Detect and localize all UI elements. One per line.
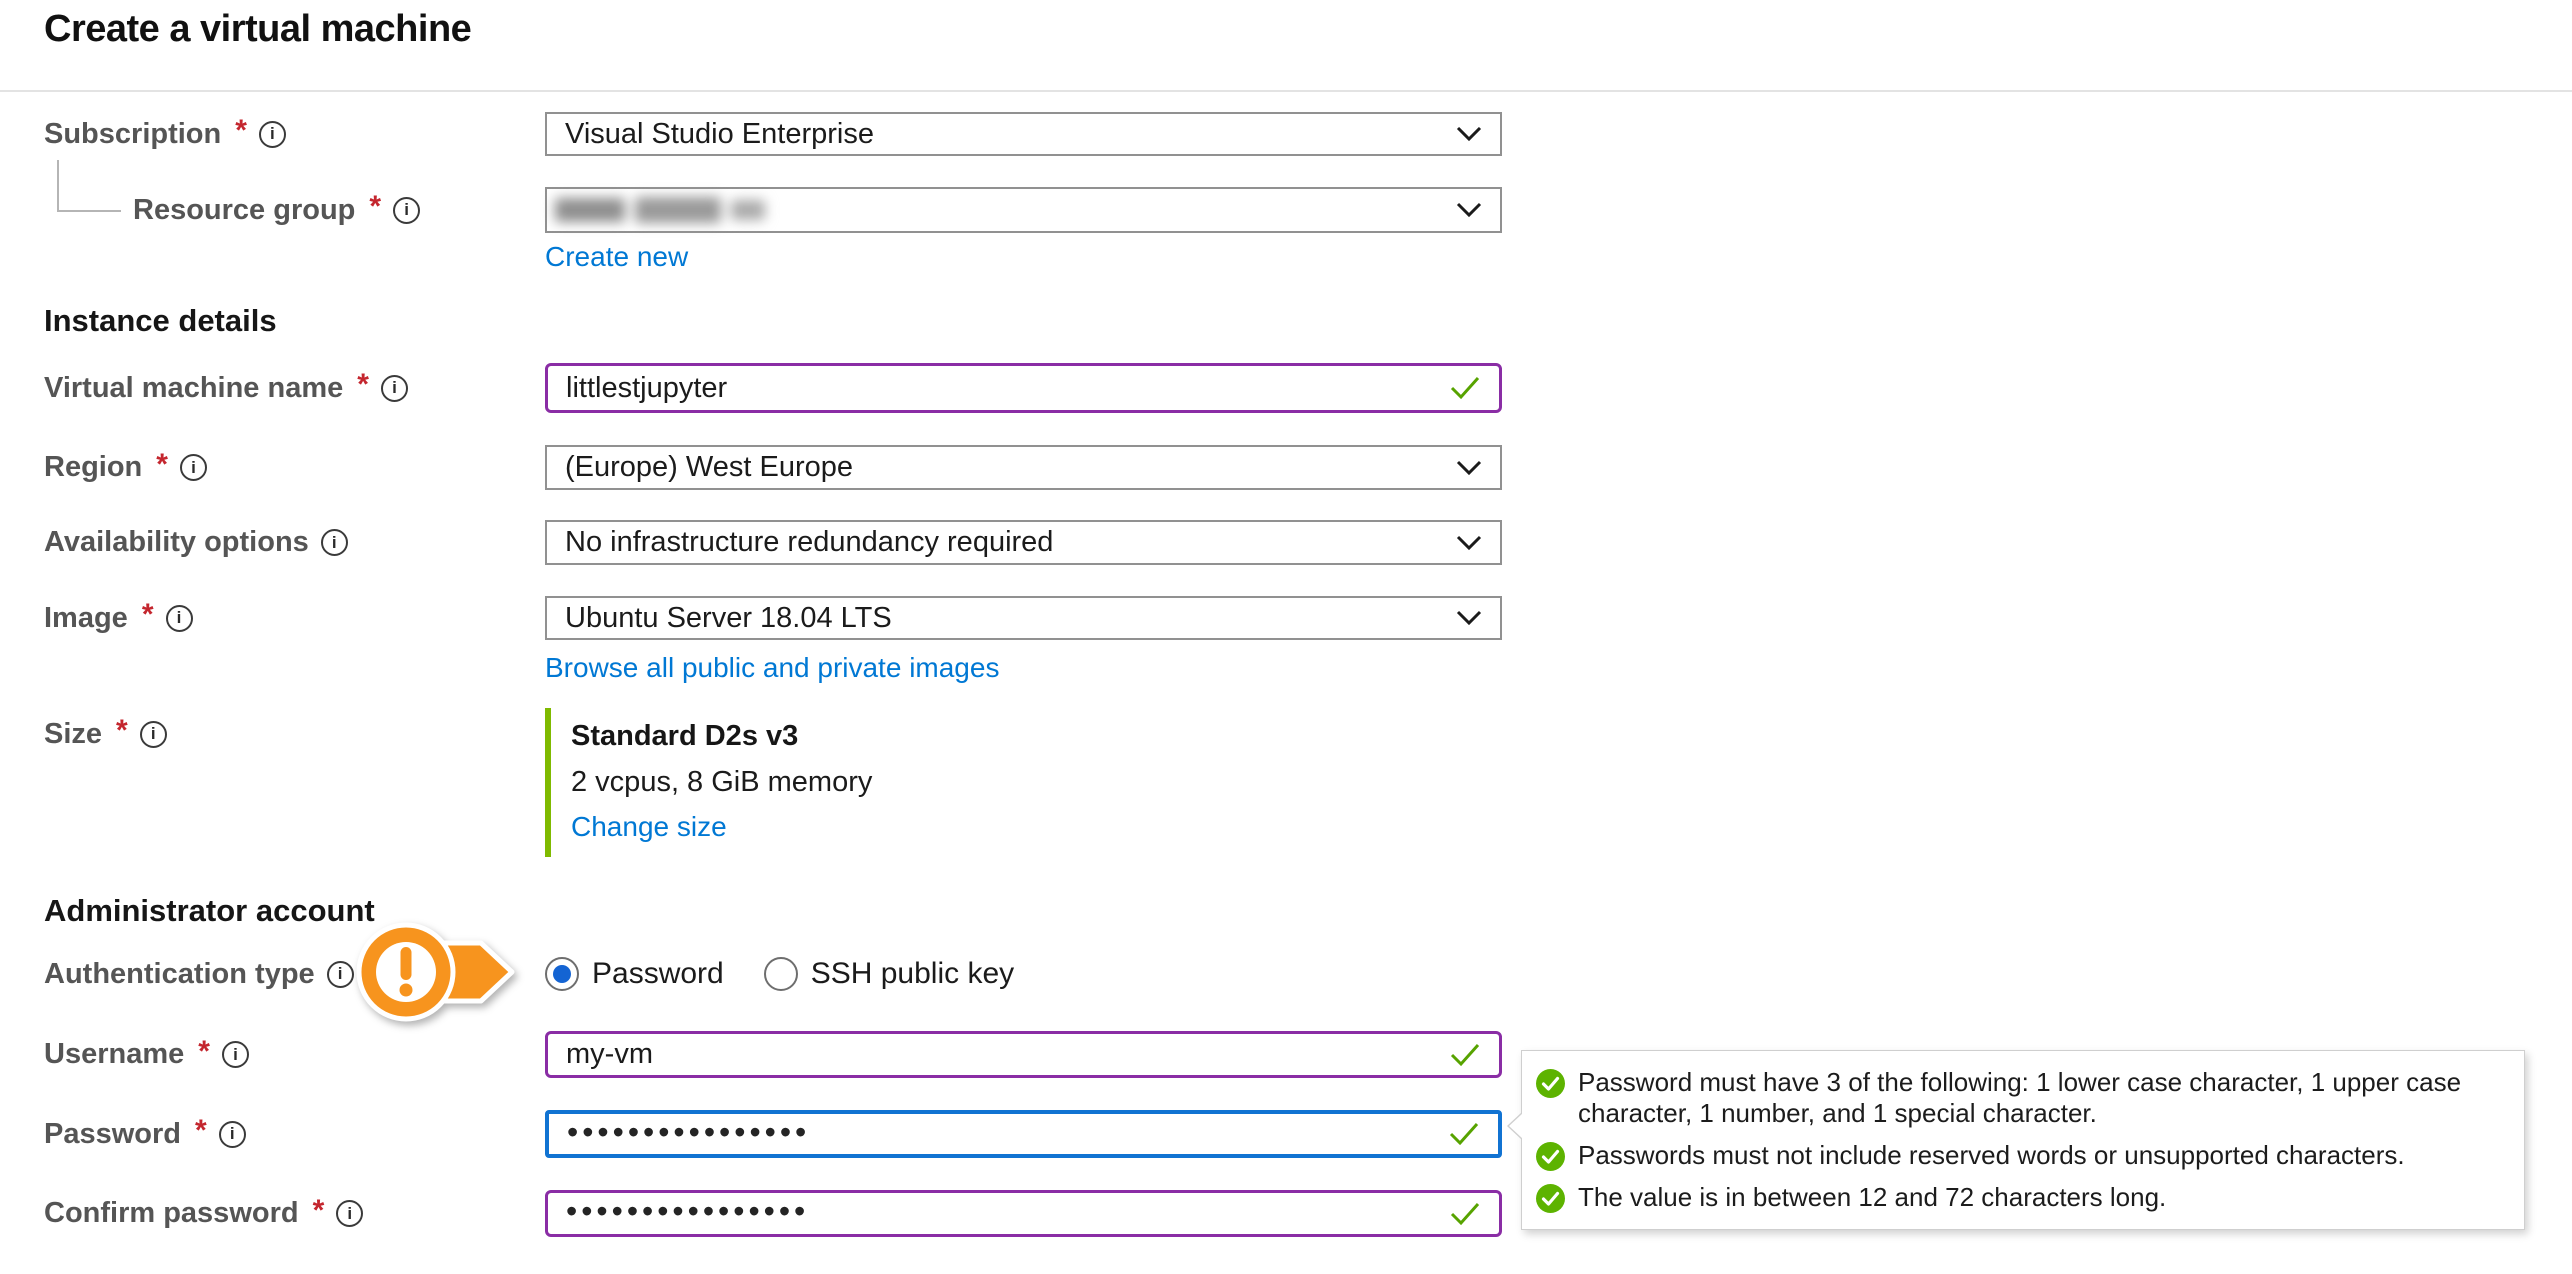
authentication-type-radio-group: Password SSH public key xyxy=(545,952,1014,996)
info-icon[interactable] xyxy=(219,1121,246,1148)
check-badge-icon xyxy=(1536,1142,1565,1171)
radio-option-password[interactable]: Password xyxy=(545,957,724,991)
subscription-dropdown[interactable]: Visual Studio Enterprise xyxy=(545,112,1502,156)
info-icon[interactable] xyxy=(140,721,167,748)
password-requirements-tooltip: Password must have 3 of the following: 1… xyxy=(1521,1050,2525,1230)
change-size-link[interactable]: Change size xyxy=(571,811,872,843)
requirement-text: Password must have 3 of the following: 1… xyxy=(1578,1067,2506,1129)
requirement-item: Passwords must not include reserved word… xyxy=(1536,1140,2506,1171)
size-summary: Standard D2s v3 2 vcpus, 8 GiB memory Ch… xyxy=(545,708,872,857)
subscription-value: Visual Studio Enterprise xyxy=(565,118,874,151)
page-title: Create a virtual machine xyxy=(44,8,471,51)
radio-option-ssh-public-key[interactable]: SSH public key xyxy=(764,957,1014,991)
info-icon[interactable] xyxy=(222,1041,249,1068)
info-icon[interactable] xyxy=(259,121,286,148)
create-vm-page: Create a virtual machine Subscription * … xyxy=(0,0,2572,1274)
hierarchy-connector-vertical xyxy=(57,160,59,210)
resource-group-label: Resource group * xyxy=(133,187,420,233)
info-icon[interactable] xyxy=(393,197,420,224)
chevron-down-icon xyxy=(1456,535,1482,551)
check-badge-icon xyxy=(1536,1069,1565,1098)
check-badge-icon xyxy=(1536,1184,1565,1213)
size-specs: 2 vcpus, 8 GiB memory xyxy=(571,766,872,799)
region-dropdown[interactable]: (Europe) West Europe xyxy=(545,445,1502,490)
size-label: Size * xyxy=(44,712,167,756)
requirement-item: The value is in between 12 and 72 charac… xyxy=(1536,1182,2506,1213)
vm-name-value: littlestjupyter xyxy=(566,372,727,405)
required-asterisk: * xyxy=(198,1035,210,1069)
confirm-password-input[interactable]: •••••••••••••••• xyxy=(545,1190,1502,1237)
hierarchy-connector-horizontal xyxy=(57,210,121,212)
valid-check-icon xyxy=(1449,375,1481,401)
radio-selected-icon xyxy=(545,957,579,991)
exclamation-arrow-annotation-icon xyxy=(348,912,528,1032)
info-icon[interactable] xyxy=(336,1200,363,1227)
resource-group-value-redacted xyxy=(555,197,765,223)
size-name: Standard D2s v3 xyxy=(571,720,872,753)
required-asterisk: * xyxy=(116,714,128,748)
info-icon[interactable] xyxy=(321,529,348,556)
username-value: my-vm xyxy=(566,1038,653,1071)
password-input[interactable]: •••••••••••••••• xyxy=(545,1110,1502,1158)
confirm-password-label: Confirm password * xyxy=(44,1190,363,1237)
vm-name-input[interactable]: littlestjupyter xyxy=(545,363,1502,413)
browse-images-link[interactable]: Browse all public and private images xyxy=(545,652,999,684)
requirement-item: Password must have 3 of the following: 1… xyxy=(1536,1067,2506,1129)
required-asterisk: * xyxy=(195,1114,207,1148)
radio-unselected-icon xyxy=(764,957,798,991)
availability-options-value: No infrastructure redundancy required xyxy=(565,526,1053,559)
info-icon[interactable] xyxy=(381,375,408,402)
create-new-link[interactable]: Create new xyxy=(545,241,688,273)
chevron-down-icon xyxy=(1456,460,1482,476)
password-masked-value: •••••••••••••••• xyxy=(567,1114,810,1151)
subscription-label: Subscription * xyxy=(44,112,286,156)
required-asterisk: * xyxy=(235,114,247,148)
region-value: (Europe) West Europe xyxy=(565,451,853,484)
section-instance-details: Instance details xyxy=(44,303,277,339)
valid-check-icon xyxy=(1448,1121,1480,1147)
vm-name-label: Virtual machine name * xyxy=(44,363,408,413)
requirement-text: Passwords must not include reserved word… xyxy=(1578,1140,2405,1171)
chevron-down-icon xyxy=(1456,610,1482,626)
chevron-down-icon xyxy=(1456,202,1482,218)
valid-check-icon xyxy=(1449,1042,1481,1068)
authentication-type-label: Authentication type xyxy=(44,952,354,996)
availability-options-label: Availability options xyxy=(44,520,348,565)
valid-check-icon xyxy=(1449,1201,1481,1227)
availability-options-dropdown[interactable]: No infrastructure redundancy required xyxy=(545,520,1502,565)
required-asterisk: * xyxy=(369,190,381,224)
info-icon[interactable] xyxy=(166,605,193,632)
image-label: Image * xyxy=(44,596,193,640)
info-icon[interactable] xyxy=(180,454,207,481)
section-administrator-account: Administrator account xyxy=(44,893,375,929)
required-asterisk: * xyxy=(357,368,369,402)
region-label: Region * xyxy=(44,445,207,490)
confirm-password-masked-value: •••••••••••••••• xyxy=(566,1193,809,1230)
password-label: Password * xyxy=(44,1110,246,1158)
username-label: Username * xyxy=(44,1031,249,1078)
image-value: Ubuntu Server 18.04 LTS xyxy=(565,602,892,635)
required-asterisk: * xyxy=(313,1194,325,1228)
image-dropdown[interactable]: Ubuntu Server 18.04 LTS xyxy=(545,596,1502,640)
username-input[interactable]: my-vm xyxy=(545,1031,1502,1078)
requirement-text: The value is in between 12 and 72 charac… xyxy=(1578,1182,2166,1213)
title-divider xyxy=(0,90,2572,92)
chevron-down-icon xyxy=(1456,126,1482,142)
required-asterisk: * xyxy=(142,598,154,632)
required-asterisk: * xyxy=(156,448,168,482)
